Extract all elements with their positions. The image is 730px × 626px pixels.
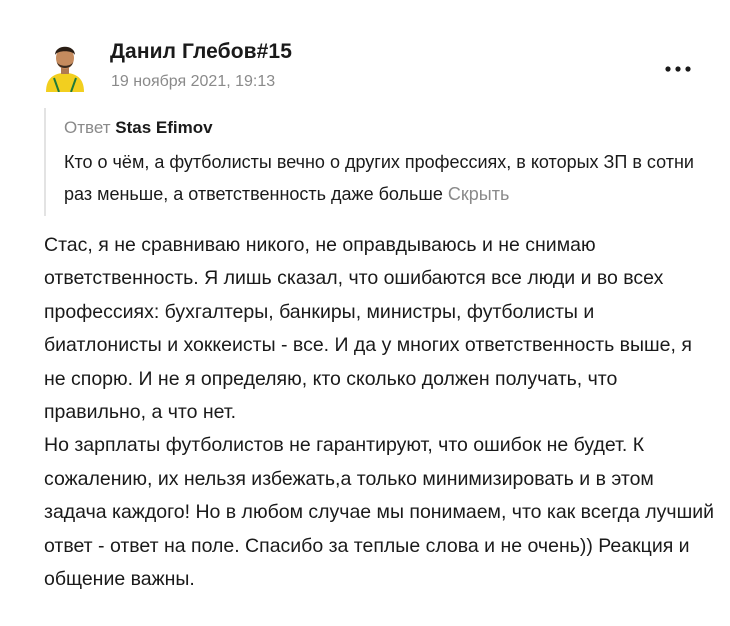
- comment: Данил Глебов#15 19 ноября 2021, 19:13 От…: [0, 0, 730, 626]
- more-dots-icon: [665, 59, 691, 77]
- comment-body: Стас, я не сравниваю никого, не оправдыв…: [44, 229, 714, 596]
- reply-quote: Ответ Stas Efimov Кто о чём, а футболист…: [44, 108, 706, 216]
- comment-date: 19 ноября 2021, 19:13: [111, 73, 276, 90]
- avatar[interactable]: [42, 40, 88, 93]
- reply-text: Кто о чём, а футболисты вечно о других п…: [64, 152, 694, 204]
- reply-to-author[interactable]: Stas Efimov: [115, 118, 212, 137]
- comment-paragraph: Стас, я не сравниваю никого, не оправдыв…: [44, 234, 692, 424]
- author-name[interactable]: Данил Глебов#15: [110, 40, 292, 64]
- comment-paragraph: Но зарплаты футболистов не гарантируют, …: [44, 434, 715, 591]
- reply-label: Ответ: [64, 118, 111, 137]
- more-options-button[interactable]: [660, 56, 696, 80]
- hide-reply-link[interactable]: Скрыть: [448, 184, 509, 204]
- reply-text-block: Кто о чём, а футболисты вечно о других п…: [64, 146, 704, 210]
- reply-header: Ответ Stas Efimov: [64, 118, 213, 138]
